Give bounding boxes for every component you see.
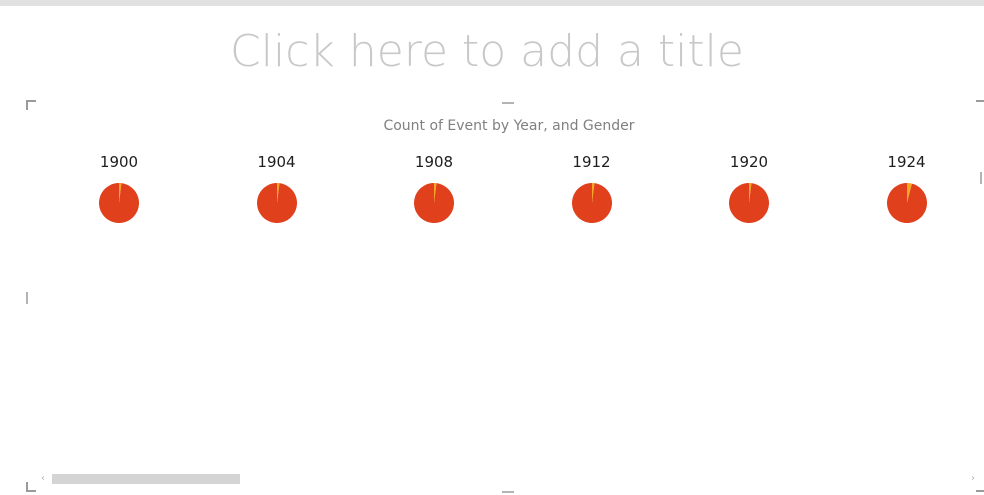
pie-year-label: 1900: [99, 153, 139, 171]
pie-chart-1904[interactable]: [256, 182, 298, 224]
pie-slice-major[interactable]: [886, 183, 927, 223]
pie-slice-major[interactable]: [256, 183, 297, 223]
pie-year-label: 1904: [257, 153, 296, 171]
scroll-left-arrow-icon[interactable]: ‹: [38, 472, 48, 486]
pie-year-label: 1912: [572, 153, 611, 171]
pie-slice-major[interactable]: [414, 183, 454, 223]
pie-slice-major[interactable]: [99, 183, 139, 223]
pie-chart-1912[interactable]: [571, 182, 613, 224]
pie-chart-1900[interactable]: [98, 182, 140, 224]
pie-chart-1924[interactable]: [886, 182, 928, 224]
pie-chart-1908[interactable]: [413, 182, 455, 224]
scroll-thumb[interactable]: [52, 474, 240, 484]
pie-slice-major[interactable]: [729, 183, 769, 223]
scroll-right-arrow-icon[interactable]: ›: [968, 472, 978, 486]
pie-year-label: 1924: [887, 153, 926, 171]
pie-year-label: 1920: [729, 153, 769, 171]
pie-small-multiples: 1900 1904 1908 1912 1920 1924: [0, 0, 984, 495]
horizontal-scrollbar[interactable]: ‹ ›: [38, 472, 975, 486]
pie-year-label: 1908: [414, 153, 454, 171]
pie-slice-major[interactable]: [571, 183, 612, 223]
pie-chart-1920[interactable]: [728, 182, 770, 224]
